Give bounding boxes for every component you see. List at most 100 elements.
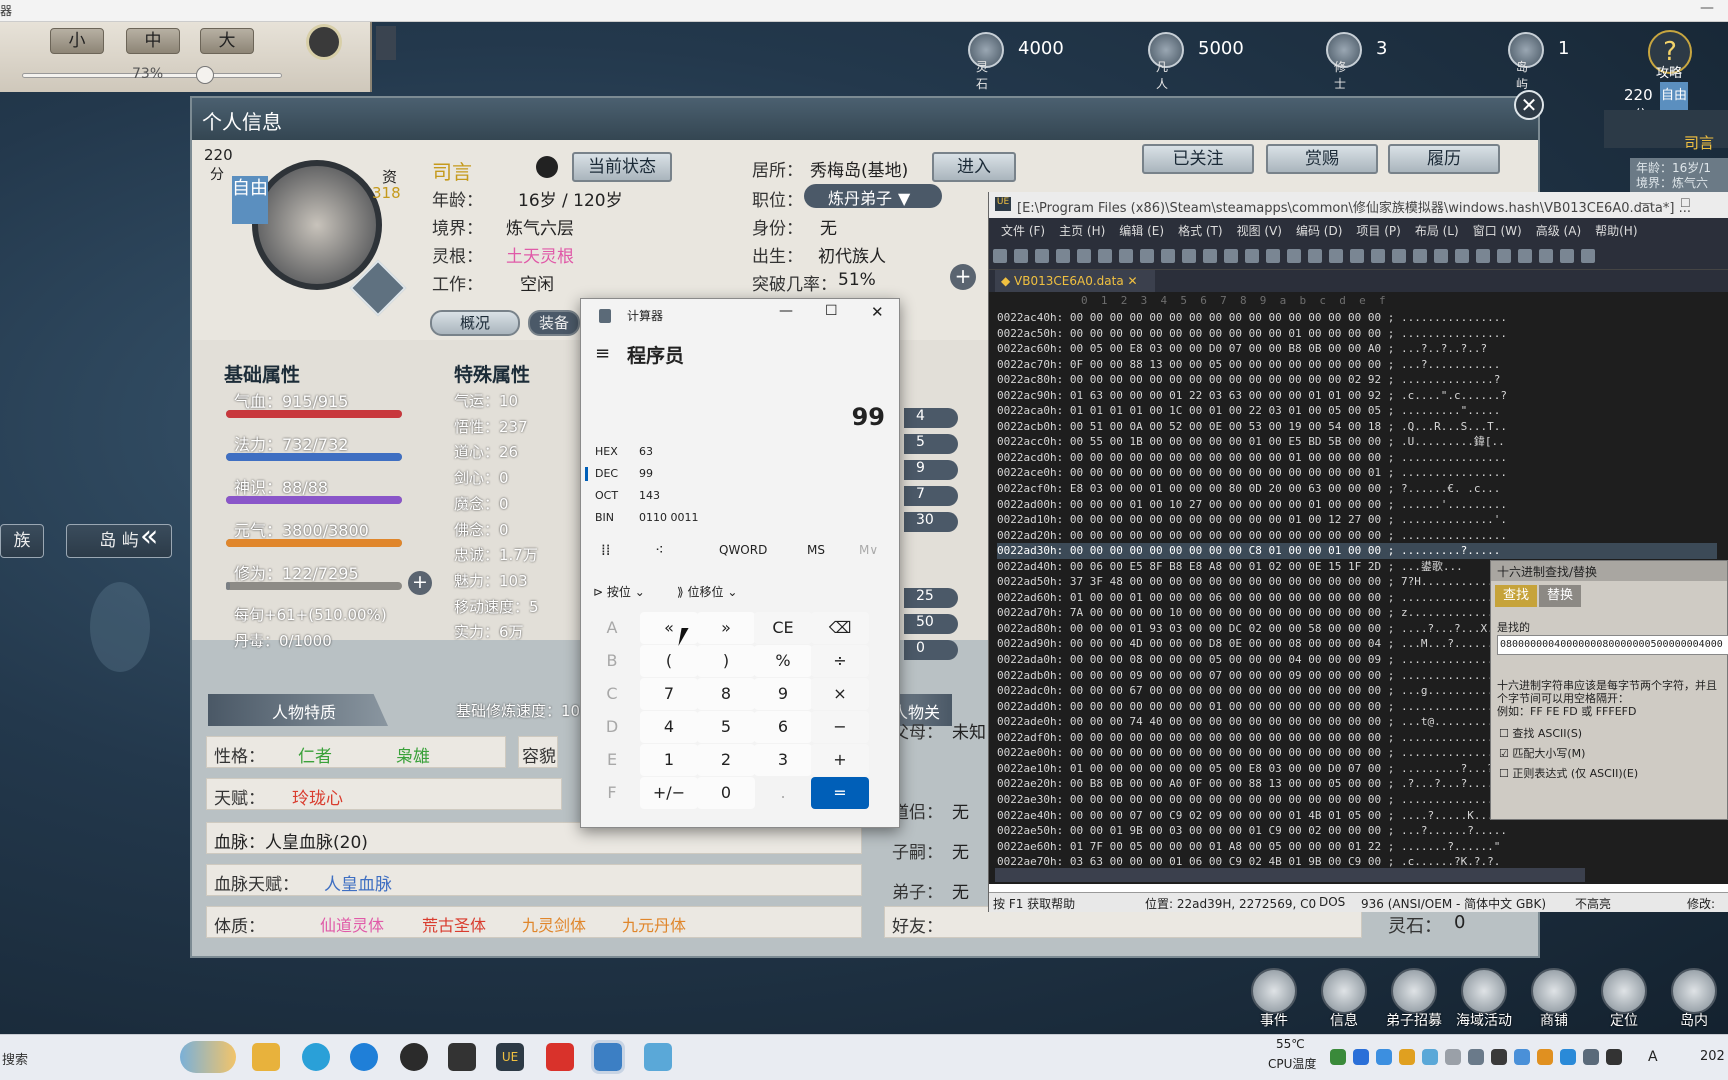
ultraedit-icon[interactable]: UE	[496, 1043, 524, 1071]
hex-menu-item[interactable]: 高级 (A)	[1536, 224, 1581, 238]
tray-icon[interactable]	[1376, 1049, 1392, 1065]
post-dropdown[interactable]: 炼丹弟子 ▼	[804, 184, 942, 208]
wps-icon[interactable]	[546, 1043, 574, 1071]
ime-indicator[interactable]: A	[1648, 1049, 1658, 1065]
find-tab[interactable]: 查找	[1495, 585, 1537, 607]
calc-key[interactable]: %	[754, 645, 812, 677]
reward-button[interactable]: 赏赐	[1266, 144, 1378, 174]
calc-key[interactable]: «	[640, 612, 698, 644]
edge-icon[interactable]	[350, 1043, 378, 1071]
calc-key[interactable]: 6	[754, 711, 812, 743]
current-status-button[interactable]: 当前状态	[572, 152, 672, 182]
hex-menu-item[interactable]: 视图 (V)	[1237, 224, 1282, 238]
hex-menu-item[interactable]: 格式 (T)	[1178, 224, 1223, 238]
hex-line[interactable]: 0022ad30h: 00 00 00 00 00 00 00 00 00 C8…	[997, 543, 1717, 559]
memory-store-button[interactable]: MS	[807, 543, 825, 557]
tray-icon[interactable]	[1445, 1049, 1461, 1065]
calc-key[interactable]: +/−	[640, 777, 698, 809]
add-cultivation-icon[interactable]: +	[408, 571, 432, 595]
hex-line[interactable]: 0022ac70h: 0F 00 00 88 13 00 00 05 00 00…	[997, 357, 1717, 373]
game-taskbar-icon[interactable]	[644, 1043, 672, 1071]
follow-button[interactable]: 已关注	[1142, 144, 1254, 174]
tray-icon[interactable]	[1353, 1049, 1369, 1065]
file-tab[interactable]: ◆ VB013CE6A0.data ✕	[995, 270, 1155, 292]
close-panel-icon[interactable]: ✕	[1514, 90, 1544, 120]
hamburger-icon[interactable]: ≡	[595, 343, 610, 364]
chevron-left-icon[interactable]: «	[140, 520, 184, 560]
bottom-icon[interactable]: 信息	[1314, 968, 1374, 1034]
bitwise-dropdown[interactable]: ⊳ 按位 ⌄	[593, 583, 645, 600]
tab-overview[interactable]: 概况	[430, 310, 520, 336]
size-medium-button[interactable]: 中	[126, 28, 180, 54]
bottom-icon[interactable]: 岛内	[1664, 968, 1724, 1034]
calc-close-icon[interactable]: ✕	[871, 303, 884, 321]
tray-icon[interactable]	[1583, 1049, 1599, 1065]
status-highlight[interactable]: 不高亮	[1575, 895, 1611, 912]
calc-key[interactable]: 0	[697, 777, 755, 809]
tray-icon[interactable]	[1330, 1049, 1346, 1065]
calc-key[interactable]: ×	[811, 678, 869, 710]
zoom-panel-handle[interactable]	[376, 26, 396, 60]
calculator-taskbar-icon[interactable]	[591, 1040, 625, 1074]
weather-widget-icon[interactable]	[180, 1041, 236, 1073]
bottom-icon[interactable]: 海域活动	[1454, 968, 1514, 1034]
calc-key[interactable]: 3	[754, 744, 812, 776]
opt-regex[interactable]: ☐ 正则表达式 (仅 ASCII)(E)	[1499, 765, 1638, 781]
hex-menu-item[interactable]: 帮助(H)	[1595, 224, 1637, 238]
calc-key[interactable]: 2	[697, 744, 755, 776]
tray-icon[interactable]	[1468, 1049, 1484, 1065]
calc-key[interactable]: CE	[754, 612, 812, 644]
tray-icon[interactable]	[1422, 1049, 1438, 1065]
bit-toggle-icon[interactable]: ⁖	[655, 541, 664, 559]
guide-label[interactable]: 攻略	[1656, 62, 1682, 81]
zoom-slider-knob[interactable]	[196, 66, 214, 84]
hex-minimize-icon[interactable]: —	[1640, 196, 1652, 210]
calc-key[interactable]: 9	[754, 678, 812, 710]
hex-line[interactable]: 0022acd0h: 00 00 00 00 00 00 00 00 00 00…	[997, 450, 1717, 466]
hex-line[interactable]: 0022acb0h: 00 51 00 0A 00 52 00 0E 00 53…	[997, 419, 1717, 435]
memory-view-button[interactable]: M∨	[859, 543, 878, 557]
hex-menu-item[interactable]: 窗口 (W)	[1473, 224, 1522, 238]
bottom-icon[interactable]: 商铺	[1524, 968, 1584, 1034]
calc-key[interactable]: .	[754, 777, 812, 809]
settings-icon[interactable]	[306, 24, 342, 60]
calc-maximize-icon[interactable]: ☐	[825, 303, 838, 319]
bottom-icon[interactable]: 弟子招募	[1384, 968, 1444, 1034]
hex-line[interactable]: 0022acc0h: 00 55 00 1B 00 00 00 00 00 01…	[997, 434, 1717, 450]
hex-menu-item[interactable]: 主页 (H)	[1059, 224, 1105, 238]
calc-key[interactable]: (	[640, 645, 698, 677]
hex-label[interactable]: HEX	[595, 445, 618, 458]
calc-key[interactable]: ⌫	[811, 612, 869, 644]
full-keypad-icon[interactable]: ⁞⁞	[601, 541, 611, 559]
hex-menu-item[interactable]: 文件 (F)	[1001, 224, 1045, 238]
hex-line[interactable]: 0022ac40h: 00 00 00 00 00 00 00 00 00 00…	[997, 310, 1717, 326]
cortana-icon[interactable]	[302, 1043, 330, 1071]
clan-tab[interactable]: 族	[0, 524, 44, 558]
size-large-button[interactable]: 大	[200, 28, 254, 54]
hex-line[interactable]: 0022ac60h: 00 05 00 E8 03 00 00 D0 07 00…	[997, 341, 1717, 357]
calc-key[interactable]: =	[811, 777, 869, 809]
calc-key[interactable]: 1	[640, 744, 698, 776]
hex-line[interactable]: 0022ac50h: 00 00 00 00 00 00 00 00 00 00…	[997, 326, 1717, 342]
calc-key[interactable]: 8	[697, 678, 755, 710]
tray-icon[interactable]	[1606, 1049, 1622, 1065]
calc-key[interactable]: +	[811, 744, 869, 776]
replace-tab[interactable]: 替换	[1539, 585, 1581, 607]
tab-equipment[interactable]: 装备	[528, 310, 580, 336]
tray-icon[interactable]	[1514, 1049, 1530, 1065]
history-button[interactable]: 履历	[1388, 144, 1500, 174]
hex-menu-item[interactable]: 编码 (D)	[1296, 224, 1342, 238]
hex-line[interactable]: 0022ac90h: 01 63 00 00 00 01 22 03 63 00…	[997, 388, 1717, 404]
bottom-icon[interactable]: 事件	[1244, 968, 1304, 1034]
hex-line[interactable]: 0022ae60h: 01 7F 00 05 00 00 00 01 A8 00…	[997, 839, 1717, 855]
calc-key[interactable]: )	[697, 645, 755, 677]
hex-line[interactable]: 0022acf0h: E8 03 00 00 01 00 00 00 80 0D…	[997, 481, 1717, 497]
calc-key[interactable]: −	[811, 711, 869, 743]
hex-menu-item[interactable]: 编辑 (E)	[1119, 224, 1164, 238]
hex-line[interactable]: 0022ac80h: 00 00 00 00 00 00 00 00 00 00…	[997, 372, 1717, 388]
tray-icon[interactable]	[1537, 1049, 1553, 1065]
tray-icon[interactable]	[1399, 1049, 1415, 1065]
word-size-button[interactable]: QWORD	[719, 543, 767, 557]
hex-menu-item[interactable]: 布局 (L)	[1415, 224, 1459, 238]
oct-label[interactable]: OCT	[595, 489, 618, 502]
